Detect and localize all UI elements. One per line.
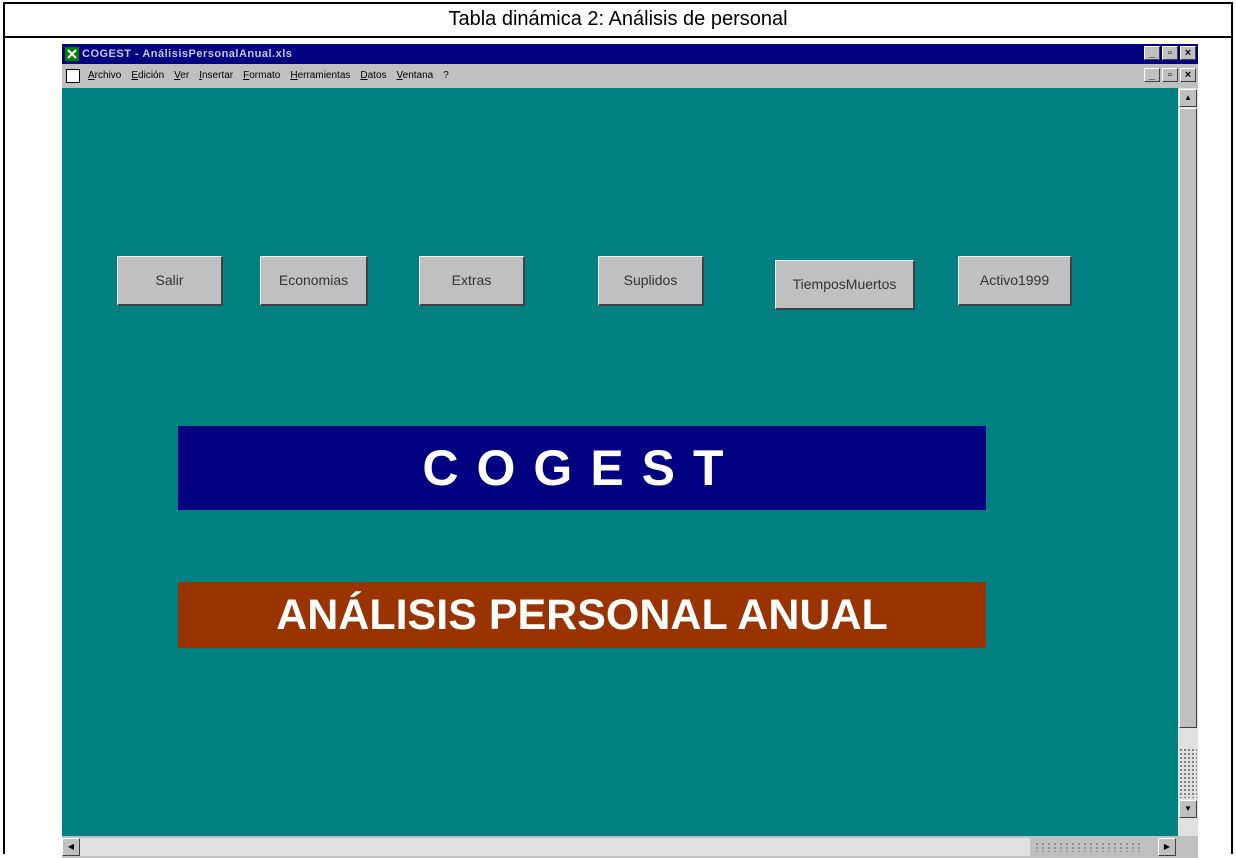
menu-items: Archivo Edición Ver Insertar Formato Her… [88, 64, 449, 88]
excel-window: COGEST - AnálisisPersonalAnual.xls _ ▫ ×… [62, 44, 1198, 858]
document-window-controls: _ ▫ × [1144, 68, 1196, 84]
menu-ver[interactable]: Ver [174, 64, 189, 88]
document-icon[interactable] [66, 69, 80, 83]
salir-button[interactable]: Salir [117, 256, 223, 306]
figure-caption: Tabla dinámica 2: Análisis de personal [5, 4, 1231, 38]
tab-split-box[interactable] [1034, 842, 1144, 852]
cogest-title-banner: COGEST [178, 426, 986, 510]
menu-bar: Archivo Edición Ver Insertar Formato Her… [62, 64, 1198, 88]
menu-formato[interactable]: Formato [243, 64, 280, 88]
scroll-right-arrow-icon[interactable]: ▶ [1158, 838, 1176, 856]
horizontal-scroll-track[interactable] [80, 838, 1030, 856]
scroll-down-arrow-icon[interactable]: ▼ [1179, 800, 1197, 818]
doc-minimize-button[interactable]: _ [1144, 68, 1160, 82]
vertical-scrollbar[interactable]: ▲ ▼ [1178, 88, 1198, 836]
document-frame: Tabla dinámica 2: Análisis de personal C… [3, 2, 1233, 858]
activo1999-button[interactable]: Activo1999 [958, 256, 1072, 306]
menu-insertar[interactable]: Insertar [199, 64, 233, 88]
menu-herramientas[interactable]: Herramientas [290, 64, 350, 88]
menu-ventana[interactable]: Ventana [397, 64, 434, 88]
menu-help[interactable]: ? [443, 64, 449, 88]
scroll-left-arrow-icon[interactable]: ◀ [62, 838, 80, 856]
restore-button[interactable]: ▫ [1162, 46, 1178, 60]
analisis-subtitle-banner: ANÁLISIS PERSONAL ANUAL [178, 582, 986, 648]
suplidos-button[interactable]: Suplidos [598, 256, 704, 306]
menu-edicion[interactable]: Edición [131, 64, 164, 88]
extras-button[interactable]: Extras [419, 256, 525, 306]
doc-close-button[interactable]: × [1180, 68, 1196, 82]
tiemposmuertos-button[interactable]: TiemposMuertos [775, 260, 915, 310]
vertical-scroll-thumb[interactable] [1179, 108, 1197, 728]
menu-archivo[interactable]: Archivo [88, 64, 121, 88]
close-button[interactable]: × [1180, 46, 1196, 60]
horizontal-scrollbar[interactable]: ◀ ▶ [62, 836, 1198, 858]
window-title: COGEST - AnálisisPersonalAnual.xls [82, 48, 293, 60]
doc-restore-button[interactable]: ▫ [1162, 68, 1178, 82]
window-controls: _ ▫ × [1144, 46, 1196, 62]
window-titlebar[interactable]: COGEST - AnálisisPersonalAnual.xls _ ▫ × [62, 44, 1198, 64]
worksheet-area: Salir Economias Extras Suplidos TiemposM… [62, 88, 1178, 836]
excel-app-icon [65, 47, 79, 61]
menu-datos[interactable]: Datos [360, 64, 386, 88]
economias-button[interactable]: Economias [260, 256, 368, 306]
split-box[interactable] [1179, 748, 1197, 798]
scroll-up-arrow-icon[interactable]: ▲ [1179, 89, 1197, 107]
minimize-button[interactable]: _ [1144, 46, 1160, 60]
